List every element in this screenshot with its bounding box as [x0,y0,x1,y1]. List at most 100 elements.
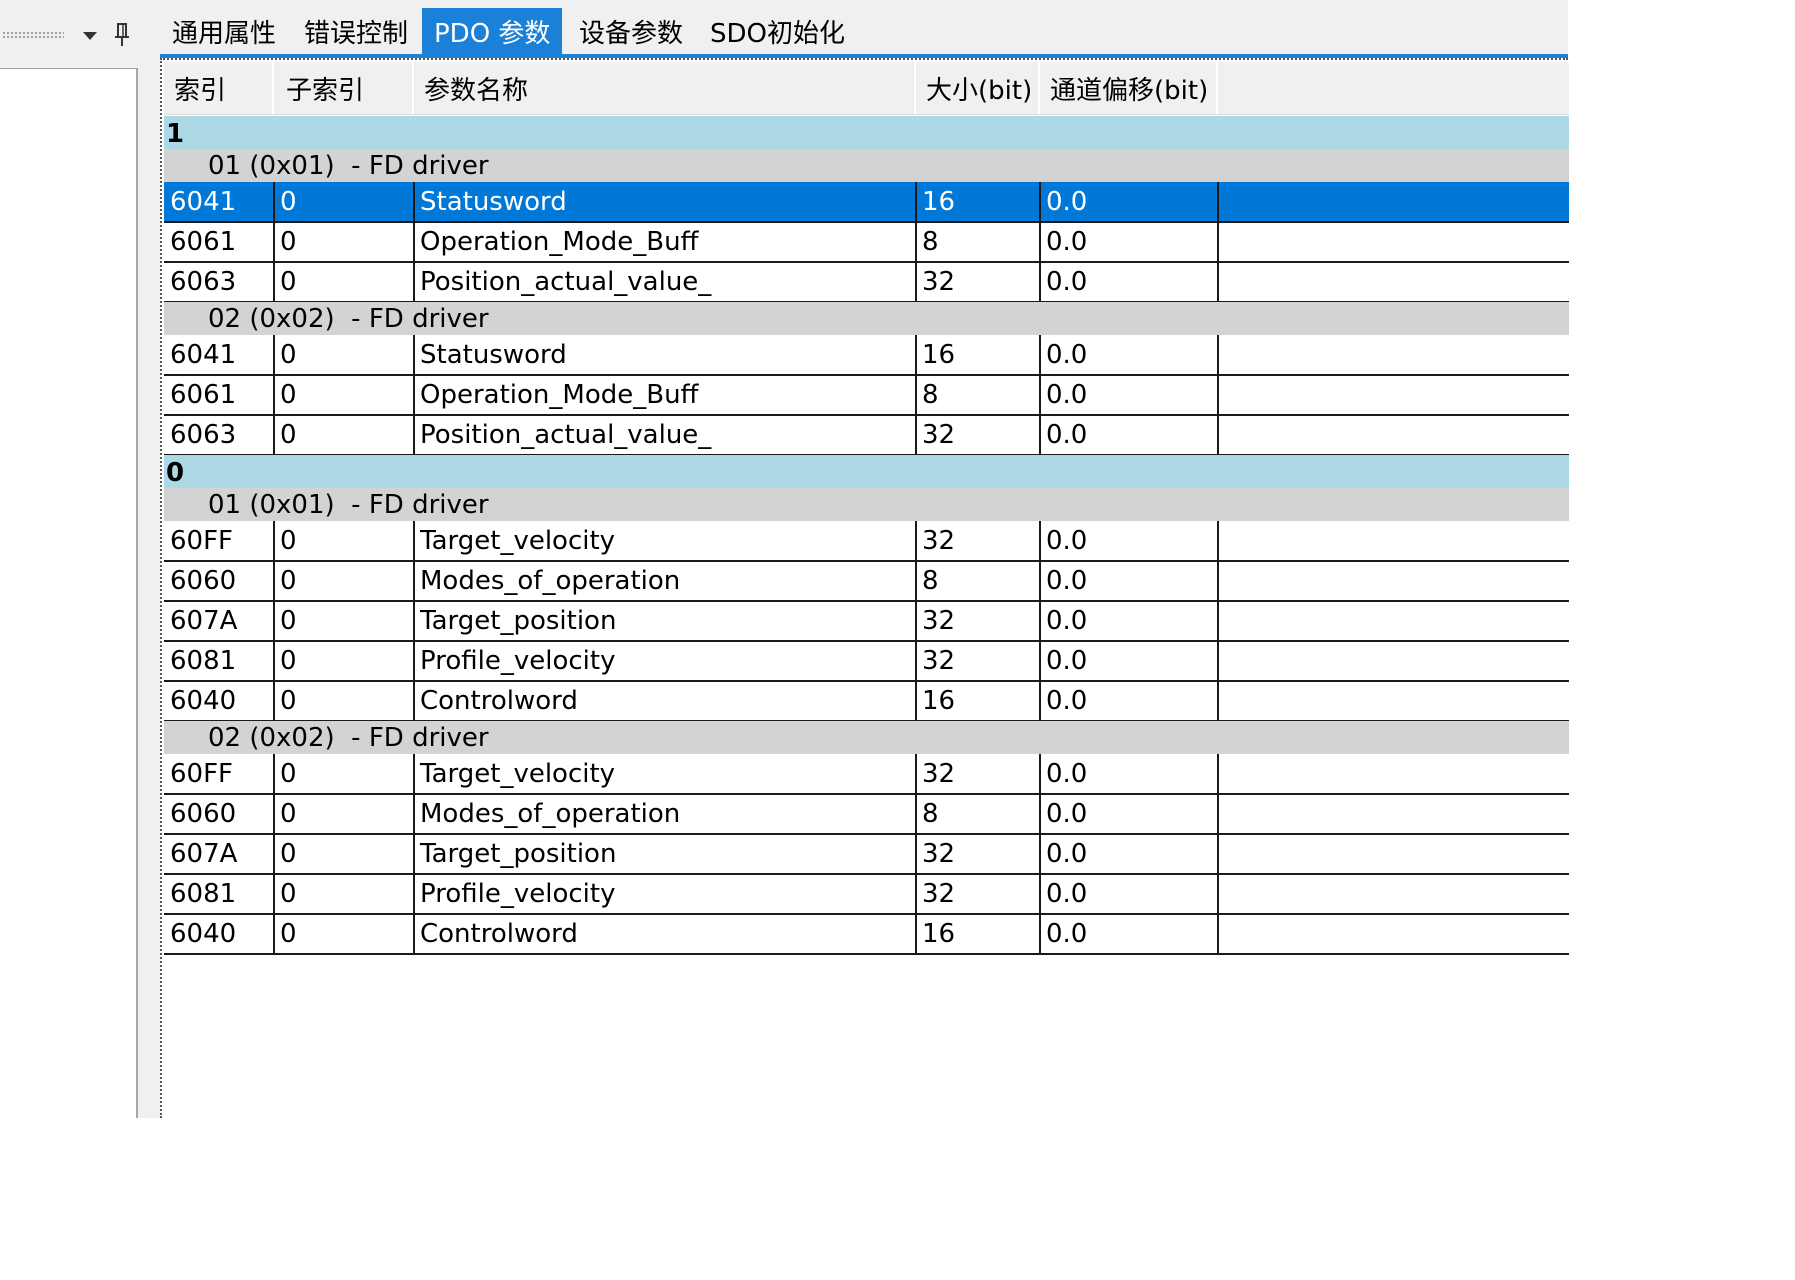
cell-subindex[interactable]: 0 [274,561,414,601]
cell-size[interactable]: 16 [916,914,1040,954]
table-row[interactable]: 6063 0 Position_actual_value_ 32 0.0 [164,262,1569,302]
cell-offset[interactable]: 0.0 [1040,415,1218,455]
cell-index[interactable]: 6061 [164,222,274,262]
tab-sdo-init[interactable]: SDO初始化 [698,8,857,55]
cell-index[interactable]: 6063 [164,262,274,302]
cell-offset[interactable]: 0.0 [1040,521,1218,561]
cell-subindex[interactable]: 0 [274,521,414,561]
cell-name[interactable]: Operation_Mode_Buff [414,375,916,415]
cell-size[interactable]: 8 [916,222,1040,262]
cell-subindex[interactable]: 0 [274,375,414,415]
cell-index[interactable]: 6041 [164,335,274,375]
cell-offset[interactable]: 0.0 [1040,182,1218,222]
cell-size[interactable]: 16 [916,335,1040,375]
cell-name[interactable]: Target_position [414,601,916,641]
cell-offset[interactable]: 0.0 [1040,834,1218,874]
cell-offset[interactable]: 0.0 [1040,914,1218,954]
cell-name[interactable]: Statusword [414,182,916,222]
cell-size[interactable]: 8 [916,561,1040,601]
tab-pdo-parameters[interactable]: PDO 参数 [422,8,563,55]
cell-index[interactable]: 6041 [164,182,274,222]
cell-name[interactable]: Target_velocity [414,754,916,794]
cell-subindex[interactable]: 0 [274,415,414,455]
cell-subindex[interactable]: 0 [274,754,414,794]
cell-subindex[interactable]: 0 [274,641,414,681]
cell-offset[interactable]: 0.0 [1040,794,1218,834]
cell-size[interactable]: 16 [916,681,1040,721]
table-row[interactable]: 6040 0 Controlword 16 0.0 [164,914,1569,954]
subgroup-row[interactable]: 02 (0x02) - FD driver [164,721,1569,754]
cell-index[interactable]: 6061 [164,375,274,415]
cell-offset[interactable]: 0.0 [1040,874,1218,914]
table-row[interactable]: 6061 0 Operation_Mode_Buff 8 0.0 [164,222,1569,262]
cell-size[interactable]: 32 [916,834,1040,874]
cell-name[interactable]: Position_actual_value_ [414,415,916,455]
cell-name[interactable]: Profile_velocity [414,874,916,914]
cell-offset[interactable]: 0.0 [1040,641,1218,681]
panel-grip[interactable] [2,31,64,39]
cell-offset[interactable]: 0.0 [1040,222,1218,262]
cell-name[interactable]: Modes_of_operation [414,794,916,834]
cell-subindex[interactable]: 0 [274,834,414,874]
cell-index[interactable]: 60FF [164,521,274,561]
cell-index[interactable]: 607A [164,601,274,641]
cell-subindex[interactable]: 0 [274,874,414,914]
cell-subindex[interactable]: 0 [274,794,414,834]
cell-index[interactable]: 60FF [164,754,274,794]
cell-size[interactable]: 32 [916,641,1040,681]
cell-size[interactable]: 32 [916,874,1040,914]
cell-index[interactable]: 6040 [164,914,274,954]
cell-subindex[interactable]: 0 [274,222,414,262]
table-row[interactable]: 6041 0 Statusword 16 0.0 [164,335,1569,375]
cell-size[interactable]: 8 [916,375,1040,415]
tab-error-control[interactable]: 错误控制 [292,8,420,55]
cell-name[interactable]: Controlword [414,914,916,954]
cell-index[interactable]: 6081 [164,641,274,681]
pdo-grid[interactable]: 索引 子索引 参数名称 大小(bit) 通道偏移(bit) 1 01 (0x01)… [160,58,1569,1118]
cell-index[interactable]: 6060 [164,794,274,834]
table-row[interactable]: 6060 0 Modes_of_operation 8 0.0 [164,561,1569,601]
tab-general-properties[interactable]: 通用属性 [160,8,288,55]
table-row[interactable]: 607A 0 Target_position 32 0.0 [164,601,1569,641]
pin-icon[interactable] [110,20,136,50]
cell-name[interactable]: Profile_velocity [414,641,916,681]
cell-subindex[interactable]: 0 [274,182,414,222]
cell-size[interactable]: 32 [916,754,1040,794]
cell-name[interactable]: Modes_of_operation [414,561,916,601]
cell-name[interactable]: Position_actual_value_ [414,262,916,302]
cell-subindex[interactable]: 0 [274,262,414,302]
table-row[interactable]: 6061 0 Operation_Mode_Buff 8 0.0 [164,375,1569,415]
table-row[interactable]: 60FF 0 Target_velocity 32 0.0 [164,754,1569,794]
cell-size[interactable]: 32 [916,601,1040,641]
cell-subindex[interactable]: 0 [274,601,414,641]
cell-name[interactable]: Statusword [414,335,916,375]
chevron-down-icon[interactable] [80,24,100,48]
cell-size[interactable]: 8 [916,794,1040,834]
table-row[interactable]: 6063 0 Position_actual_value_ 32 0.0 [164,415,1569,455]
tab-device-parameters[interactable]: 设备参数 [567,8,695,55]
cell-index[interactable]: 6063 [164,415,274,455]
cell-subindex[interactable]: 0 [274,681,414,721]
cell-size[interactable]: 32 [916,521,1040,561]
column-header-name[interactable]: 参数名称 [414,62,916,114]
cell-size[interactable]: 32 [916,262,1040,302]
cell-offset[interactable]: 0.0 [1040,335,1218,375]
cell-offset[interactable]: 0.0 [1040,262,1218,302]
cell-name[interactable]: Controlword [414,681,916,721]
column-header-subindex[interactable]: 子索引 [274,62,414,114]
cell-offset[interactable]: 0.0 [1040,601,1218,641]
group-row[interactable]: 0 [164,455,1569,488]
cell-subindex[interactable]: 0 [274,335,414,375]
cell-index[interactable]: 6060 [164,561,274,601]
group-row[interactable]: 1 [164,116,1569,149]
panel-splitter[interactable] [148,0,160,1118]
table-row[interactable]: 607A 0 Target_position 32 0.0 [164,834,1569,874]
table-row[interactable]: 60FF 0 Target_velocity 32 0.0 [164,521,1569,561]
cell-offset[interactable]: 0.0 [1040,375,1218,415]
cell-name[interactable]: Target_velocity [414,521,916,561]
table-row[interactable]: 6060 0 Modes_of_operation 8 0.0 [164,794,1569,834]
cell-subindex[interactable]: 0 [274,914,414,954]
cell-offset[interactable]: 0.0 [1040,754,1218,794]
cell-index[interactable]: 6040 [164,681,274,721]
cell-index[interactable]: 6081 [164,874,274,914]
